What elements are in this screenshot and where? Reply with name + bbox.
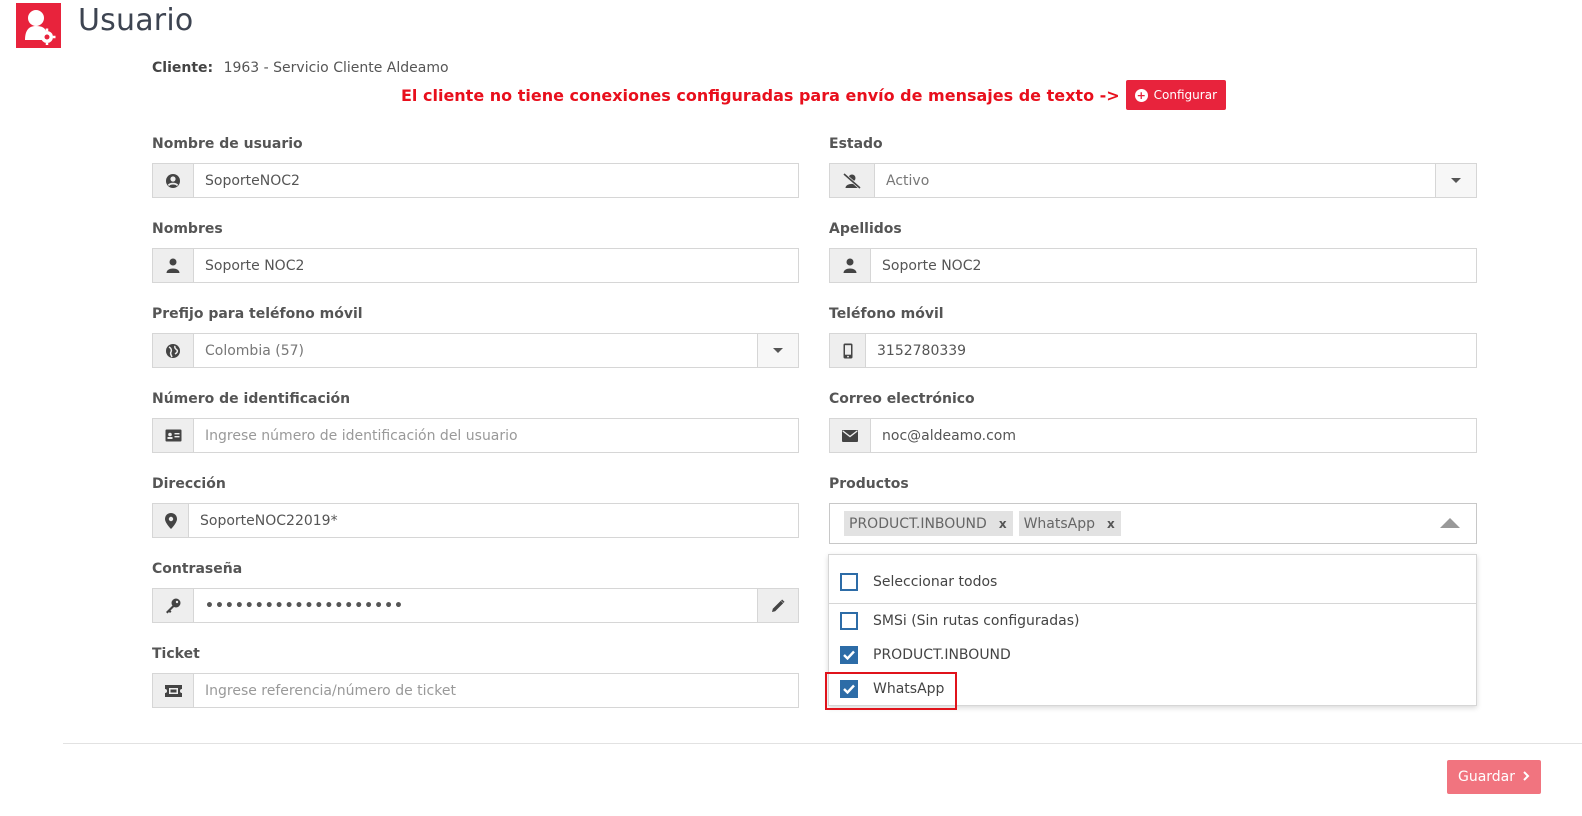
footer-divider: [63, 743, 1582, 744]
client-info: Cliente: 1963 - Servicio Cliente Aldeamo: [152, 60, 449, 76]
configure-button[interactable]: + Configurar: [1125, 80, 1226, 110]
checkbox-checked[interactable]: [840, 646, 858, 664]
product-tag-label: PRODUCT.INBOUND: [849, 515, 987, 532]
first-names-label: Nombres: [152, 221, 223, 237]
ticket-input[interactable]: Ingrese referencia/número de ticket: [194, 674, 798, 707]
checkmark-icon: [843, 650, 855, 660]
checkbox-unchecked[interactable]: [840, 612, 858, 630]
address-field[interactable]: SoporteNOC22019*: [152, 503, 799, 538]
product-option-label: SMSi (Sin rutas configuradas): [873, 613, 1080, 629]
product-option[interactable]: PRODUCT.INBOUND: [829, 638, 1476, 672]
chevron-right-icon: [1523, 769, 1530, 785]
phone-prefix-select[interactable]: Colombia (57): [152, 333, 799, 368]
user-icon: [830, 249, 871, 282]
user-circle-icon: [153, 164, 194, 197]
warning-banner: El cliente no tiene conexiones configura…: [0, 80, 1582, 110]
chevron-down-icon[interactable]: [757, 334, 798, 367]
id-number-label: Número de identificación: [152, 391, 351, 407]
remove-tag-icon[interactable]: x: [999, 517, 1007, 531]
id-card-icon: [153, 419, 194, 452]
status-select[interactable]: Activo: [829, 163, 1477, 198]
ticket-icon: [153, 674, 194, 707]
save-button-label: Guardar: [1457, 769, 1516, 785]
phone-prefix-value: Colombia (57): [205, 342, 304, 359]
username-label: Nombre de usuario: [152, 136, 303, 152]
mobile-input[interactable]: 3152780339: [866, 334, 1476, 367]
first-names-input[interactable]: Soporte NOC2: [194, 249, 798, 282]
product-option[interactable]: SMSi (Sin rutas configuradas): [829, 604, 1476, 638]
password-label: Contraseña: [152, 561, 243, 577]
client-value: 1963 - Servicio Cliente Aldeamo: [223, 60, 449, 76]
email-field[interactable]: noc@aldeamo.com: [829, 418, 1477, 453]
status-label: Estado: [829, 136, 883, 152]
chevron-down-icon[interactable]: [1435, 164, 1476, 197]
pencil-icon[interactable]: [757, 589, 798, 622]
plus-circle-icon: +: [1134, 88, 1148, 102]
page-title: Usuario: [78, 3, 194, 38]
username-input[interactable]: SoporteNOC2: [194, 164, 798, 197]
first-names-field[interactable]: Soporte NOC2: [152, 248, 799, 283]
password-input[interactable]: ••••••••••••••••••••: [194, 589, 757, 622]
envelope-icon: [830, 419, 871, 452]
globe-icon: [153, 334, 194, 367]
mobile-label: Teléfono móvil: [829, 306, 944, 322]
checkbox-unchecked[interactable]: [840, 573, 858, 591]
highlight-annotation: [825, 672, 957, 710]
id-number-field[interactable]: Ingrese número de identificación del usu…: [152, 418, 799, 453]
last-names-field[interactable]: Soporte NOC2: [829, 248, 1477, 283]
email-label: Correo electrónico: [829, 391, 975, 407]
address-input[interactable]: SoporteNOC22019*: [189, 504, 798, 537]
address-label: Dirección: [152, 476, 226, 492]
last-names-label: Apellidos: [829, 221, 902, 237]
product-option-label: PRODUCT.INBOUND: [873, 647, 1011, 663]
select-all-label: Seleccionar todos: [873, 574, 998, 590]
warning-text: El cliente no tiene conexiones configura…: [401, 85, 1120, 105]
ticket-field[interactable]: Ingrese referencia/número de ticket: [152, 673, 799, 708]
key-icon: [153, 589, 194, 622]
mobile-field[interactable]: 3152780339: [829, 333, 1477, 368]
products-label: Productos: [829, 476, 909, 492]
chevron-up-icon[interactable]: [1440, 518, 1460, 528]
email-input[interactable]: noc@aldeamo.com: [871, 419, 1476, 452]
password-field[interactable]: ••••••••••••••••••••: [152, 588, 799, 623]
save-button[interactable]: Guardar: [1447, 760, 1541, 794]
remove-tag-icon[interactable]: x: [1107, 517, 1115, 531]
username-field[interactable]: SoporteNOC2: [152, 163, 799, 198]
phone-prefix-label: Prefijo para teléfono móvil: [152, 306, 363, 322]
user-settings-icon: [16, 3, 61, 48]
select-all-option[interactable]: Seleccionar todos: [829, 565, 1476, 599]
product-tag-label: WhatsApp: [1023, 515, 1095, 532]
products-multiselect[interactable]: PRODUCT.INBOUND x WhatsApp x: [829, 503, 1477, 544]
status-value: Activo: [886, 172, 930, 189]
user-slash-icon: [830, 164, 875, 197]
last-names-input[interactable]: Soporte NOC2: [871, 249, 1476, 282]
id-number-input[interactable]: Ingrese número de identificación del usu…: [194, 419, 798, 452]
mobile-phone-icon: [830, 334, 866, 367]
configure-button-label: Configurar: [1153, 88, 1217, 102]
client-label: Cliente:: [152, 60, 214, 76]
product-tag: WhatsApp x: [1018, 511, 1121, 536]
product-tag: PRODUCT.INBOUND x: [844, 511, 1013, 536]
user-icon: [153, 249, 194, 282]
ticket-label: Ticket: [152, 646, 200, 662]
map-marker-icon: [153, 504, 189, 537]
